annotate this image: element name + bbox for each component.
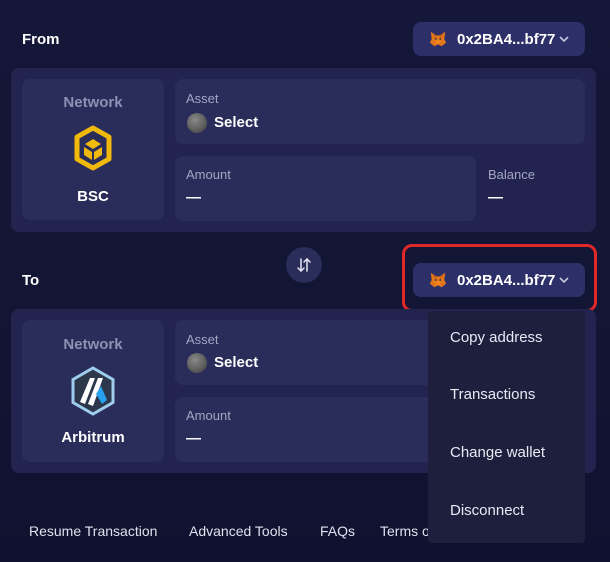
chevron-down-icon xyxy=(559,36,569,43)
footer-link-terms[interactable]: Terms of xyxy=(380,523,434,539)
from-network-label: Network xyxy=(63,94,123,111)
to-network-selector[interactable]: Network Arbitrum xyxy=(22,320,164,462)
from-network-selector[interactable]: Network BSC xyxy=(22,79,164,220)
from-asset-value: Select xyxy=(214,114,259,131)
to-label: To xyxy=(22,272,40,289)
from-amount-field[interactable]: Amount — xyxy=(175,156,476,221)
to-asset-label: Asset xyxy=(186,332,219,347)
from-asset-selector[interactable]: Asset Select xyxy=(175,79,585,144)
arbitrum-logo-icon xyxy=(71,366,115,416)
from-asset-label: Asset xyxy=(186,91,219,106)
from-amount-label: Amount xyxy=(186,167,231,182)
from-balance-value: — xyxy=(488,189,503,206)
from-balance-label: Balance xyxy=(488,167,535,182)
menu-item-change-wallet[interactable]: Change wallet xyxy=(450,444,545,461)
to-wallet-button[interactable]: 0x2BA4...bf77 xyxy=(413,263,585,297)
to-network-name: Arbitrum xyxy=(61,429,125,446)
chevron-down-icon xyxy=(559,277,569,284)
to-asset-value: Select xyxy=(214,354,259,371)
from-label: From xyxy=(22,31,60,48)
bsc-logo-icon xyxy=(74,125,112,171)
menu-item-copy-address[interactable]: Copy address xyxy=(450,329,543,346)
metamask-fox-icon xyxy=(429,272,447,288)
to-wallet-address: 0x2BA4...bf77 xyxy=(457,271,556,289)
from-network-name: BSC xyxy=(77,188,109,205)
footer-link-faqs[interactable]: FAQs xyxy=(320,523,355,539)
from-wallet-button[interactable]: 0x2BA4...bf77 xyxy=(413,22,585,56)
menu-item-transactions[interactable]: Transactions xyxy=(450,386,535,403)
wallet-dropdown-menu: Copy address Transactions Change wallet … xyxy=(428,311,585,543)
swap-vertical-icon xyxy=(297,257,311,273)
footer-link-resume-transaction[interactable]: Resume Transaction xyxy=(29,523,157,539)
from-amount-value: — xyxy=(186,189,201,206)
asset-placeholder-icon xyxy=(187,353,207,373)
metamask-fox-icon xyxy=(429,31,447,47)
to-amount-label: Amount xyxy=(186,408,231,423)
from-wallet-address: 0x2BA4...bf77 xyxy=(457,30,556,48)
to-network-label: Network xyxy=(63,336,123,353)
to-amount-value: — xyxy=(186,430,201,447)
menu-item-disconnect[interactable]: Disconnect xyxy=(450,502,524,519)
footer-link-advanced-tools[interactable]: Advanced Tools xyxy=(189,523,288,539)
asset-placeholder-icon xyxy=(187,113,207,133)
swap-direction-button[interactable] xyxy=(286,247,322,283)
